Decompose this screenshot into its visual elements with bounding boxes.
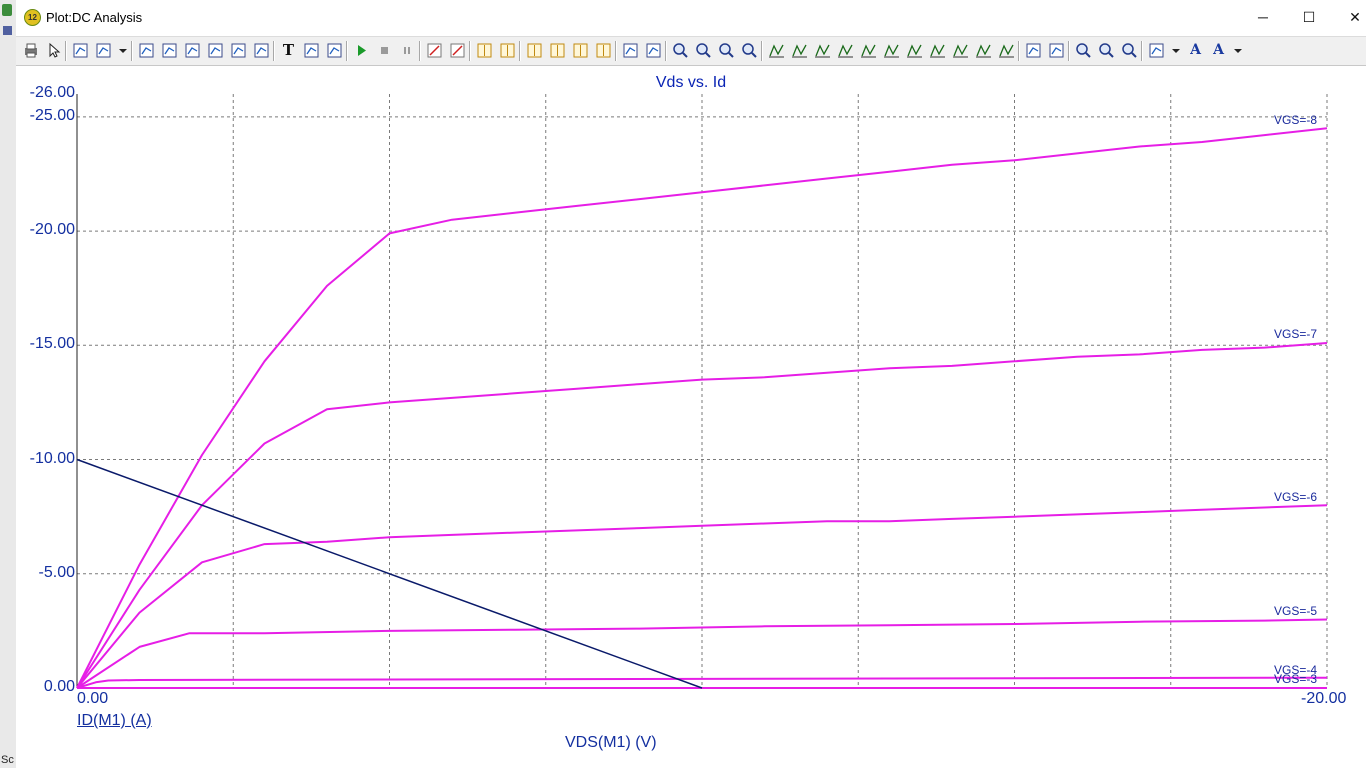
series-label: VGS=-3 xyxy=(1274,674,1318,684)
layout-icon[interactable] xyxy=(595,42,612,59)
toolbar-separator xyxy=(419,41,421,61)
tile-icon[interactable] xyxy=(645,42,662,59)
marker-icon[interactable] xyxy=(929,42,946,59)
marker-icon[interactable] xyxy=(837,42,854,59)
window-title: Plot:DC Analysis xyxy=(46,10,143,25)
zoom-fit-icon[interactable] xyxy=(672,42,689,59)
y-tick-label: -25.00 xyxy=(29,107,75,124)
stop-icon[interactable] xyxy=(376,42,393,59)
layout-grid-icon[interactable] xyxy=(1148,42,1165,59)
toolbar-separator xyxy=(469,41,471,61)
y-tick-label: 0.00 xyxy=(43,678,75,695)
pause-icon[interactable] xyxy=(399,42,416,59)
zoom-in-icon[interactable] xyxy=(1075,42,1092,59)
toolbar-separator xyxy=(665,41,667,61)
marker-icon[interactable] xyxy=(975,42,992,59)
title-bar: 12 Plot:DC Analysis ─ ☐ ✕ xyxy=(16,0,1366,34)
minimize-button[interactable]: ─ xyxy=(1240,0,1286,34)
marker-icon[interactable] xyxy=(906,42,923,59)
align-icon[interactable] xyxy=(1048,42,1065,59)
toolbar-separator xyxy=(65,41,67,61)
app-icon xyxy=(3,26,12,35)
toolbar: T AA xyxy=(16,36,1366,66)
dropdown-arrow-icon[interactable] xyxy=(1233,42,1243,59)
horizontal-split-icon[interactable] xyxy=(622,42,639,59)
cursor-icon[interactable] xyxy=(426,42,443,59)
chart xyxy=(76,94,1328,689)
series-label: VGS=-6 xyxy=(1274,490,1318,504)
marker-icon[interactable] xyxy=(998,42,1015,59)
zoom-fit-icon[interactable] xyxy=(695,42,712,59)
pan-icon[interactable] xyxy=(72,42,89,59)
app-icon xyxy=(2,4,12,16)
plot-window: 12 Plot:DC Analysis ─ ☐ ✕ T AA Vds vs. Id… xyxy=(16,0,1366,768)
toolbar-separator xyxy=(615,41,617,61)
toolbar-separator xyxy=(519,41,521,61)
app-logo-icon: 12 xyxy=(24,9,41,26)
marker-icon[interactable] xyxy=(883,42,900,59)
cursor-icon[interactable] xyxy=(449,42,466,59)
y-axis-label[interactable]: ID(M1) (A) xyxy=(77,712,152,730)
pointer-icon[interactable] xyxy=(45,42,62,59)
font-color-icon[interactable]: A xyxy=(1210,42,1227,59)
marker-icon[interactable] xyxy=(768,42,785,59)
text-tool-icon[interactable]: T xyxy=(280,42,297,59)
chart-icon[interactable] xyxy=(230,42,247,59)
marker-icon[interactable] xyxy=(860,42,877,59)
font-icon[interactable]: A xyxy=(1187,42,1204,59)
series-label: VGS=-5 xyxy=(1274,604,1318,618)
series-label: VGS=-8 xyxy=(1274,113,1318,127)
settings-icon[interactable] xyxy=(326,42,343,59)
grid-icon[interactable] xyxy=(499,42,516,59)
box-icon[interactable] xyxy=(476,42,493,59)
toolbar-separator xyxy=(1068,41,1070,61)
toolbar-separator xyxy=(1018,41,1020,61)
function-icon[interactable] xyxy=(253,42,270,59)
run-icon[interactable] xyxy=(353,42,370,59)
layout-icon[interactable] xyxy=(526,42,543,59)
toolbar-separator xyxy=(273,41,275,61)
y-tick-label: -10.00 xyxy=(29,450,75,467)
print-icon[interactable] xyxy=(22,42,39,59)
dropdown-arrow-icon[interactable] xyxy=(118,42,128,59)
y-tick-label: -20.00 xyxy=(29,221,75,238)
chart-icon[interactable] xyxy=(184,42,201,59)
marker-icon[interactable] xyxy=(814,42,831,59)
y-tick-label: -15.00 xyxy=(29,335,75,352)
marker-icon[interactable] xyxy=(791,42,808,59)
y-tick-label: -5.00 xyxy=(38,564,75,581)
align-icon[interactable] xyxy=(1025,42,1042,59)
toolbar-separator xyxy=(761,41,763,61)
layout-icon[interactable] xyxy=(549,42,566,59)
chart-title: Vds vs. Id xyxy=(655,74,727,91)
zoom-fit-icon[interactable] xyxy=(718,42,735,59)
plot-area[interactable]: Vds vs. Id -26.00 -25.00 -20.00 -15.00 -… xyxy=(16,66,1366,768)
copy-icon[interactable] xyxy=(95,42,112,59)
toolbar-separator xyxy=(1141,41,1143,61)
status-text: Sc xyxy=(1,754,14,766)
layout-icon[interactable] xyxy=(572,42,589,59)
x-tick-label: -20.00 xyxy=(1301,690,1347,707)
zoom-100-icon[interactable] xyxy=(1121,42,1138,59)
chart-icon[interactable] xyxy=(138,42,155,59)
series-label: VGS=-7 xyxy=(1274,327,1318,341)
chart-icon[interactable] xyxy=(161,42,178,59)
marker-icon[interactable] xyxy=(952,42,969,59)
dropdown-arrow-icon[interactable] xyxy=(1171,42,1181,59)
y-tick-label: -26.00 xyxy=(29,84,75,101)
properties-icon[interactable] xyxy=(303,42,320,59)
toolbar-separator xyxy=(346,41,348,61)
close-button[interactable]: ✕ xyxy=(1332,0,1366,34)
x-axis-label: VDS(M1) (V) xyxy=(565,734,657,751)
maximize-button[interactable]: ☐ xyxy=(1286,0,1332,34)
toolbar-separator xyxy=(131,41,133,61)
background-window-edge: Sc xyxy=(0,0,17,768)
chart-icon[interactable] xyxy=(207,42,224,59)
x-tick-label: 0.00 xyxy=(77,690,109,707)
zoom-out-icon[interactable] xyxy=(1098,42,1115,59)
zoom-fit-icon[interactable] xyxy=(741,42,758,59)
